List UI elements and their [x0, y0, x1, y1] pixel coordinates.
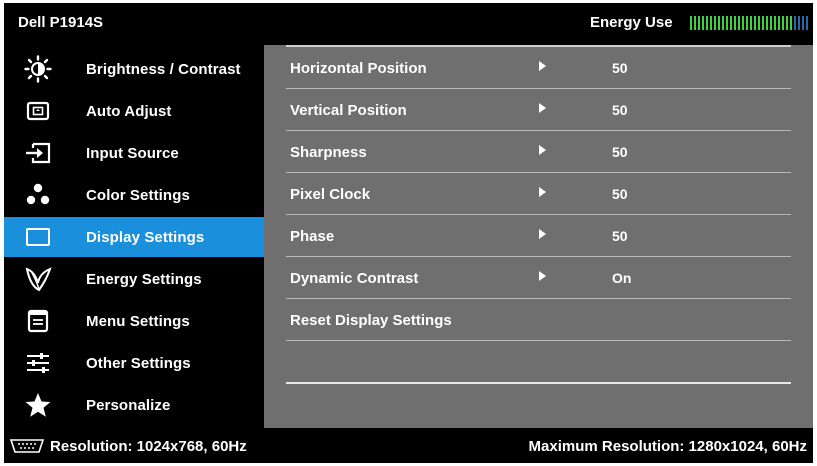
menu-item-label: Personalize — [86, 396, 171, 414]
setting-value: 50 — [612, 102, 628, 118]
osd-sidebar: Brightness / Contrast Auto Adjust Input … — [4, 45, 264, 428]
energy-meter-segment — [798, 16, 800, 30]
energy-meter-segment — [806, 16, 808, 30]
menu-item-personalize[interactable]: Personalize — [4, 385, 264, 425]
arrow-right-icon — [539, 145, 546, 155]
energy-meter-segment — [718, 16, 720, 30]
energy-meter-segment — [710, 16, 712, 30]
setting-label: Horizontal Position — [290, 60, 427, 77]
setting-label: Pixel Clock — [290, 186, 371, 203]
setting-value: 50 — [612, 144, 628, 160]
vga-connector-icon — [8, 438, 46, 454]
osd-footer: Resolution: 1024x768, 60Hz Maximum Resol… — [4, 428, 813, 463]
energy-meter-segment — [762, 16, 764, 30]
energy-meter-segment — [726, 16, 728, 30]
arrow-right-icon — [539, 103, 546, 113]
setting-value: 50 — [612, 60, 628, 76]
energy-meter-segment — [690, 16, 692, 30]
setting-value: On — [612, 270, 632, 286]
menu-item-energy-settings[interactable]: Energy Settings — [4, 259, 264, 299]
energy-use-label: Energy Use — [590, 14, 673, 31]
setting-row-dynamic-contrast[interactable]: Dynamic Contrast On — [286, 257, 791, 299]
menu-item-label: Energy Settings — [86, 270, 202, 288]
menu-item-menu-settings[interactable]: Menu Settings — [4, 301, 264, 341]
setting-row-sharpness[interactable]: Sharpness 50 — [286, 131, 791, 173]
menu-item-other-settings[interactable]: Other Settings — [4, 343, 264, 383]
menu-item-label: Color Settings — [86, 186, 190, 204]
menu-item-display-settings[interactable]: Display Settings — [4, 217, 264, 257]
menu-item-label: Input Source — [86, 144, 179, 162]
osd-header: Dell P1914S Energy Use — [4, 3, 813, 43]
brightness-icon — [24, 55, 52, 83]
energy-meter-segment — [770, 16, 772, 30]
setting-row-vertical-position[interactable]: Vertical Position 50 — [286, 89, 791, 131]
display-settings-panel: Horizontal Position 50 Vertical Position… — [264, 45, 813, 428]
energy-leaf-icon — [24, 265, 52, 293]
energy-meter-segment — [794, 16, 796, 30]
energy-meter-segment — [774, 16, 776, 30]
energy-meter-segment — [778, 16, 780, 30]
setting-row-phase[interactable]: Phase 50 — [286, 215, 791, 257]
setting-value: 50 — [612, 186, 628, 202]
energy-meter-segment — [702, 16, 704, 30]
setting-label: Vertical Position — [290, 102, 407, 119]
energy-meter-segment — [786, 16, 788, 30]
monitor-model: Dell P1914S — [18, 14, 104, 31]
input-source-icon — [24, 139, 52, 167]
energy-meter-segment — [698, 16, 700, 30]
setting-label: Dynamic Contrast — [290, 270, 419, 287]
arrow-right-icon — [539, 271, 546, 281]
energy-meter-segment — [722, 16, 724, 30]
setting-label: Reset Display Settings — [290, 312, 452, 329]
energy-meter-segment — [782, 16, 784, 30]
menu-item-label: Other Settings — [86, 354, 191, 372]
star-icon — [24, 391, 52, 419]
menu-item-input-source[interactable]: Input Source — [4, 133, 264, 173]
setting-row-reset-display-settings[interactable]: Reset Display Settings — [286, 299, 791, 341]
divider — [286, 340, 791, 341]
menu-item-label: Menu Settings — [86, 312, 190, 330]
energy-meter-segment — [790, 16, 792, 30]
maximum-resolution: Maximum Resolution: 1280x1024, 60Hz — [528, 438, 807, 455]
other-settings-icon — [24, 349, 52, 377]
menu-item-color-settings[interactable]: Color Settings — [4, 175, 264, 215]
energy-meter-segment — [742, 16, 744, 30]
setting-row-horizontal-position[interactable]: Horizontal Position 50 — [286, 47, 791, 89]
energy-meter-segment — [706, 16, 708, 30]
menu-item-label: Brightness / Contrast — [86, 60, 241, 78]
setting-value: 50 — [612, 228, 628, 244]
monitor-osd: Dell P1914S Energy Use Brightness / Cont — [4, 3, 813, 463]
energy-meter-segment — [738, 16, 740, 30]
menu-settings-icon — [24, 307, 52, 335]
energy-meter-segment — [754, 16, 756, 30]
energy-meter-segment — [802, 16, 804, 30]
energy-meter-segment — [714, 16, 716, 30]
setting-label: Phase — [290, 228, 335, 245]
setting-label: Sharpness — [290, 144, 367, 161]
menu-item-label: Auto Adjust — [86, 102, 172, 120]
color-settings-icon — [24, 181, 52, 209]
auto-adjust-icon — [24, 97, 52, 125]
energy-meter-segment — [758, 16, 760, 30]
energy-meter-segment — [694, 16, 696, 30]
energy-meter-segment — [750, 16, 752, 30]
energy-meter-segment — [734, 16, 736, 30]
arrow-right-icon — [539, 229, 546, 239]
display-settings-icon — [24, 223, 52, 251]
energy-use-meter — [690, 16, 808, 30]
setting-row-pixel-clock[interactable]: Pixel Clock 50 — [286, 173, 791, 215]
energy-meter-segment — [730, 16, 732, 30]
divider — [286, 382, 791, 384]
arrow-right-icon — [539, 61, 546, 71]
menu-item-brightness-contrast[interactable]: Brightness / Contrast — [4, 49, 264, 89]
energy-meter-segment — [766, 16, 768, 30]
arrow-right-icon — [539, 187, 546, 197]
current-resolution: Resolution: 1024x768, 60Hz — [50, 438, 247, 455]
energy-meter-segment — [746, 16, 748, 30]
menu-item-auto-adjust[interactable]: Auto Adjust — [4, 91, 264, 131]
menu-item-label: Display Settings — [86, 228, 205, 246]
